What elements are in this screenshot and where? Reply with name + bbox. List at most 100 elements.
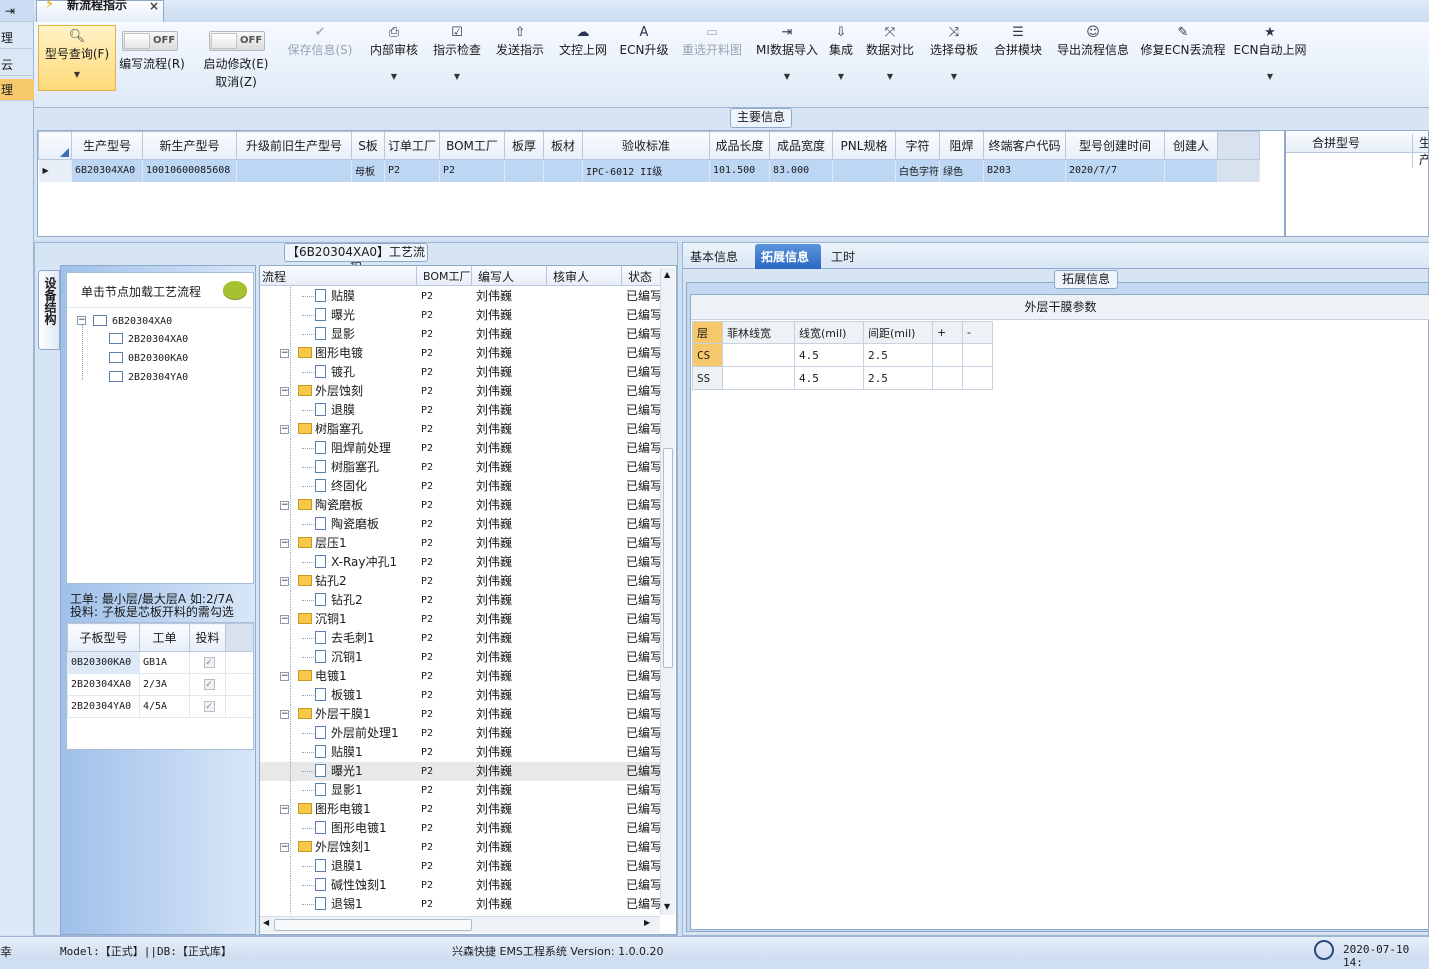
flow-row[interactable]: 贴膜 P2 刘伟巍 已编写: [260, 287, 660, 306]
collapse-icon[interactable]: −: [280, 615, 289, 624]
flow-row[interactable]: − 外层蚀刻 P2 刘伟巍 已编写: [260, 382, 660, 401]
flow-group-node[interactable]: 陶瓷磨板: [298, 496, 363, 515]
flow-row[interactable]: 陶瓷磨板 P2 刘伟巍 已编写: [260, 515, 660, 534]
flow-row[interactable]: 显影 P2 刘伟巍 已编写: [260, 325, 660, 344]
scroll-right-icon[interactable]: ▶: [644, 918, 650, 927]
flow-row[interactable]: − 沉铜1 P2 刘伟巍 已编写: [260, 610, 660, 629]
sub-row[interactable]: 2B20304XA0 2/3A ✓: [67, 673, 253, 696]
sub-feed-cell[interactable]: ✓: [189, 673, 226, 696]
flow-row[interactable]: − 图形电镀 P2 刘伟巍 已编写: [260, 344, 660, 363]
scroll-up-icon[interactable]: ▲: [664, 270, 670, 279]
feed-checkbox[interactable]: ✓: [203, 657, 215, 668]
horizontal-scroll-thumb[interactable]: [274, 919, 472, 931]
sub-order-cell[interactable]: 4/5A: [139, 695, 190, 718]
flow-row[interactable]: 阻焊前处理 P2 刘伟巍 已编写: [260, 439, 660, 458]
left-nav-item-1[interactable]: 理: [0, 27, 34, 49]
flow-row[interactable]: − 陶瓷磨板 P2 刘伟巍 已编写: [260, 496, 660, 515]
device-structure-tab[interactable]: 设备结构: [38, 270, 60, 350]
production-header[interactable]: 生产: [1412, 134, 1428, 168]
main-col-header[interactable]: 终端客户代码: [983, 131, 1066, 160]
flow-group-node[interactable]: 外层蚀刻: [298, 382, 363, 401]
main-col-header[interactable]: PNL规格: [832, 131, 896, 160]
main-cell[interactable]: B203: [983, 159, 1066, 182]
tab-basic-info[interactable]: 基本信息: [690, 248, 738, 265]
collapse-icon[interactable]: −: [280, 672, 289, 681]
main-col-header[interactable]: 板厚: [504, 131, 544, 160]
ribbon-button-9[interactable]: ⇩ 集成 ▼: [824, 22, 858, 108]
flow-row[interactable]: − 图形电镀1 P2 刘伟巍 已编写: [260, 800, 660, 819]
flow-step-node[interactable]: 陶瓷磨板: [315, 515, 379, 534]
flow-step-node[interactable]: 曝光: [315, 306, 355, 325]
ribbon-button-1[interactable]: ✔ 保存信息(S): [284, 22, 356, 108]
flow-group-node[interactable]: 树脂塞孔: [298, 420, 363, 439]
sub-feed-cell[interactable]: ✓: [189, 695, 226, 718]
flow-step-node[interactable]: 沉铜1: [315, 648, 363, 667]
feed-checkbox[interactable]: ✓: [203, 679, 215, 690]
cancel-modify-label[interactable]: 取消(Z): [194, 74, 278, 90]
flow-row[interactable]: − 外层干膜1 P2 刘伟巍 已编写: [260, 705, 660, 724]
sub-model-cell[interactable]: 2B20304XA0: [67, 673, 140, 696]
collapse-icon[interactable]: −: [280, 710, 289, 719]
flow-step-node[interactable]: 曝光1: [315, 762, 363, 781]
collapse-icon[interactable]: −: [77, 316, 86, 325]
ribbon-button-8[interactable]: ⇥ MI数据导入 ▼: [750, 22, 824, 108]
sub-model-cell[interactable]: 0B20300KA0: [67, 651, 140, 674]
flow-row[interactable]: 曝光1 P2 刘伟巍 已编写: [260, 762, 660, 781]
film-cell[interactable]: 4.5: [794, 366, 864, 390]
flow-row[interactable]: 退膜1 P2 刘伟巍 已编写: [260, 857, 660, 876]
film-cell[interactable]: 2.5: [863, 343, 933, 367]
film-cell[interactable]: SS: [692, 366, 723, 390]
flow-step-node[interactable]: 退锡1: [315, 895, 363, 914]
main-cell[interactable]: 白色字符: [895, 159, 940, 182]
tab-close-icon[interactable]: ×: [149, 0, 159, 12]
collapse-icon[interactable]: −: [280, 577, 289, 586]
main-cell[interactable]: P2: [384, 159, 440, 182]
main-cell[interactable]: 83.000: [769, 159, 833, 182]
main-cell[interactable]: 101.500: [709, 159, 770, 182]
film-col-header[interactable]: 层: [692, 321, 723, 344]
left-nav-item-2[interactable]: 云: [0, 54, 34, 76]
main-cell[interactable]: P2: [439, 159, 505, 182]
sub-col-header[interactable]: 投料: [189, 623, 226, 652]
flow-vertical-scrollbar[interactable]: ▲ ▼: [660, 268, 675, 915]
main-col-header[interactable]: 订单工厂: [384, 131, 440, 160]
film-cell[interactable]: [932, 366, 963, 390]
main-cell[interactable]: [832, 159, 896, 182]
flow-col-status[interactable]: 状态: [621, 266, 652, 286]
ribbon-button-5[interactable]: ☁ 文控上网: [552, 22, 614, 108]
main-col-header[interactable]: 新生产型号: [142, 131, 237, 160]
main-cell[interactable]: [1164, 159, 1218, 182]
flow-row[interactable]: 镀孔 P2 刘伟巍 已编写: [260, 363, 660, 382]
scroll-left-icon[interactable]: ◀: [263, 918, 269, 927]
edit-flow-toggle[interactable]: OFF 编写流程(R): [116, 22, 188, 108]
flow-step-node[interactable]: 树脂塞孔: [315, 458, 379, 477]
tab-work-hours[interactable]: 工时: [831, 248, 855, 265]
flow-row[interactable]: − 树脂塞孔 P2 刘伟巍 已编写: [260, 420, 660, 439]
flow-col-name[interactable]: 流程: [262, 268, 286, 285]
sub-order-cell[interactable]: 2/3A: [139, 673, 190, 696]
flow-step-node[interactable]: 阻焊前处理: [315, 439, 391, 458]
main-cell[interactable]: [236, 159, 352, 182]
tree-child-node[interactable]: 2B20304XA0: [109, 331, 188, 345]
flow-group-node[interactable]: 图形电镀: [298, 344, 363, 363]
main-col-header[interactable]: 阻焊: [939, 131, 984, 160]
film-cell[interactable]: [962, 343, 993, 367]
flow-row[interactable]: 沉铜1 P2 刘伟巍 已编写: [260, 648, 660, 667]
flow-group-node[interactable]: 电镀1: [298, 667, 347, 686]
ribbon-button-7[interactable]: ▭ 重选开料图: [674, 22, 750, 108]
ribbon-button-3[interactable]: ☑ 指示检查 ▼: [426, 22, 488, 108]
ribbon-button-6[interactable]: A ECN升级: [614, 22, 674, 108]
ribbon-button-14[interactable]: ✎ 修复ECN丢流程: [1136, 22, 1230, 108]
flow-col-writer[interactable]: 编写人: [471, 266, 514, 286]
vertical-scroll-thumb[interactable]: [663, 448, 673, 668]
collapse-icon[interactable]: −: [280, 349, 289, 358]
flow-row[interactable]: 曝光 P2 刘伟巍 已编写: [260, 306, 660, 325]
main-cell[interactable]: IPC-6012 II级: [582, 159, 710, 182]
flow-group-node[interactable]: 外层干膜1: [298, 705, 371, 724]
flow-row[interactable]: X-Ray冲孔1 P2 刘伟巍 已编写: [260, 553, 660, 572]
collapse-icon[interactable]: −: [280, 843, 289, 852]
left-nav-item-3[interactable]: 理: [0, 79, 34, 101]
collapse-icon[interactable]: −: [280, 425, 289, 434]
ribbon-button-12[interactable]: ☰ 合拼模块: [986, 22, 1050, 108]
film-col-header[interactable]: 菲林线宽: [722, 321, 795, 344]
